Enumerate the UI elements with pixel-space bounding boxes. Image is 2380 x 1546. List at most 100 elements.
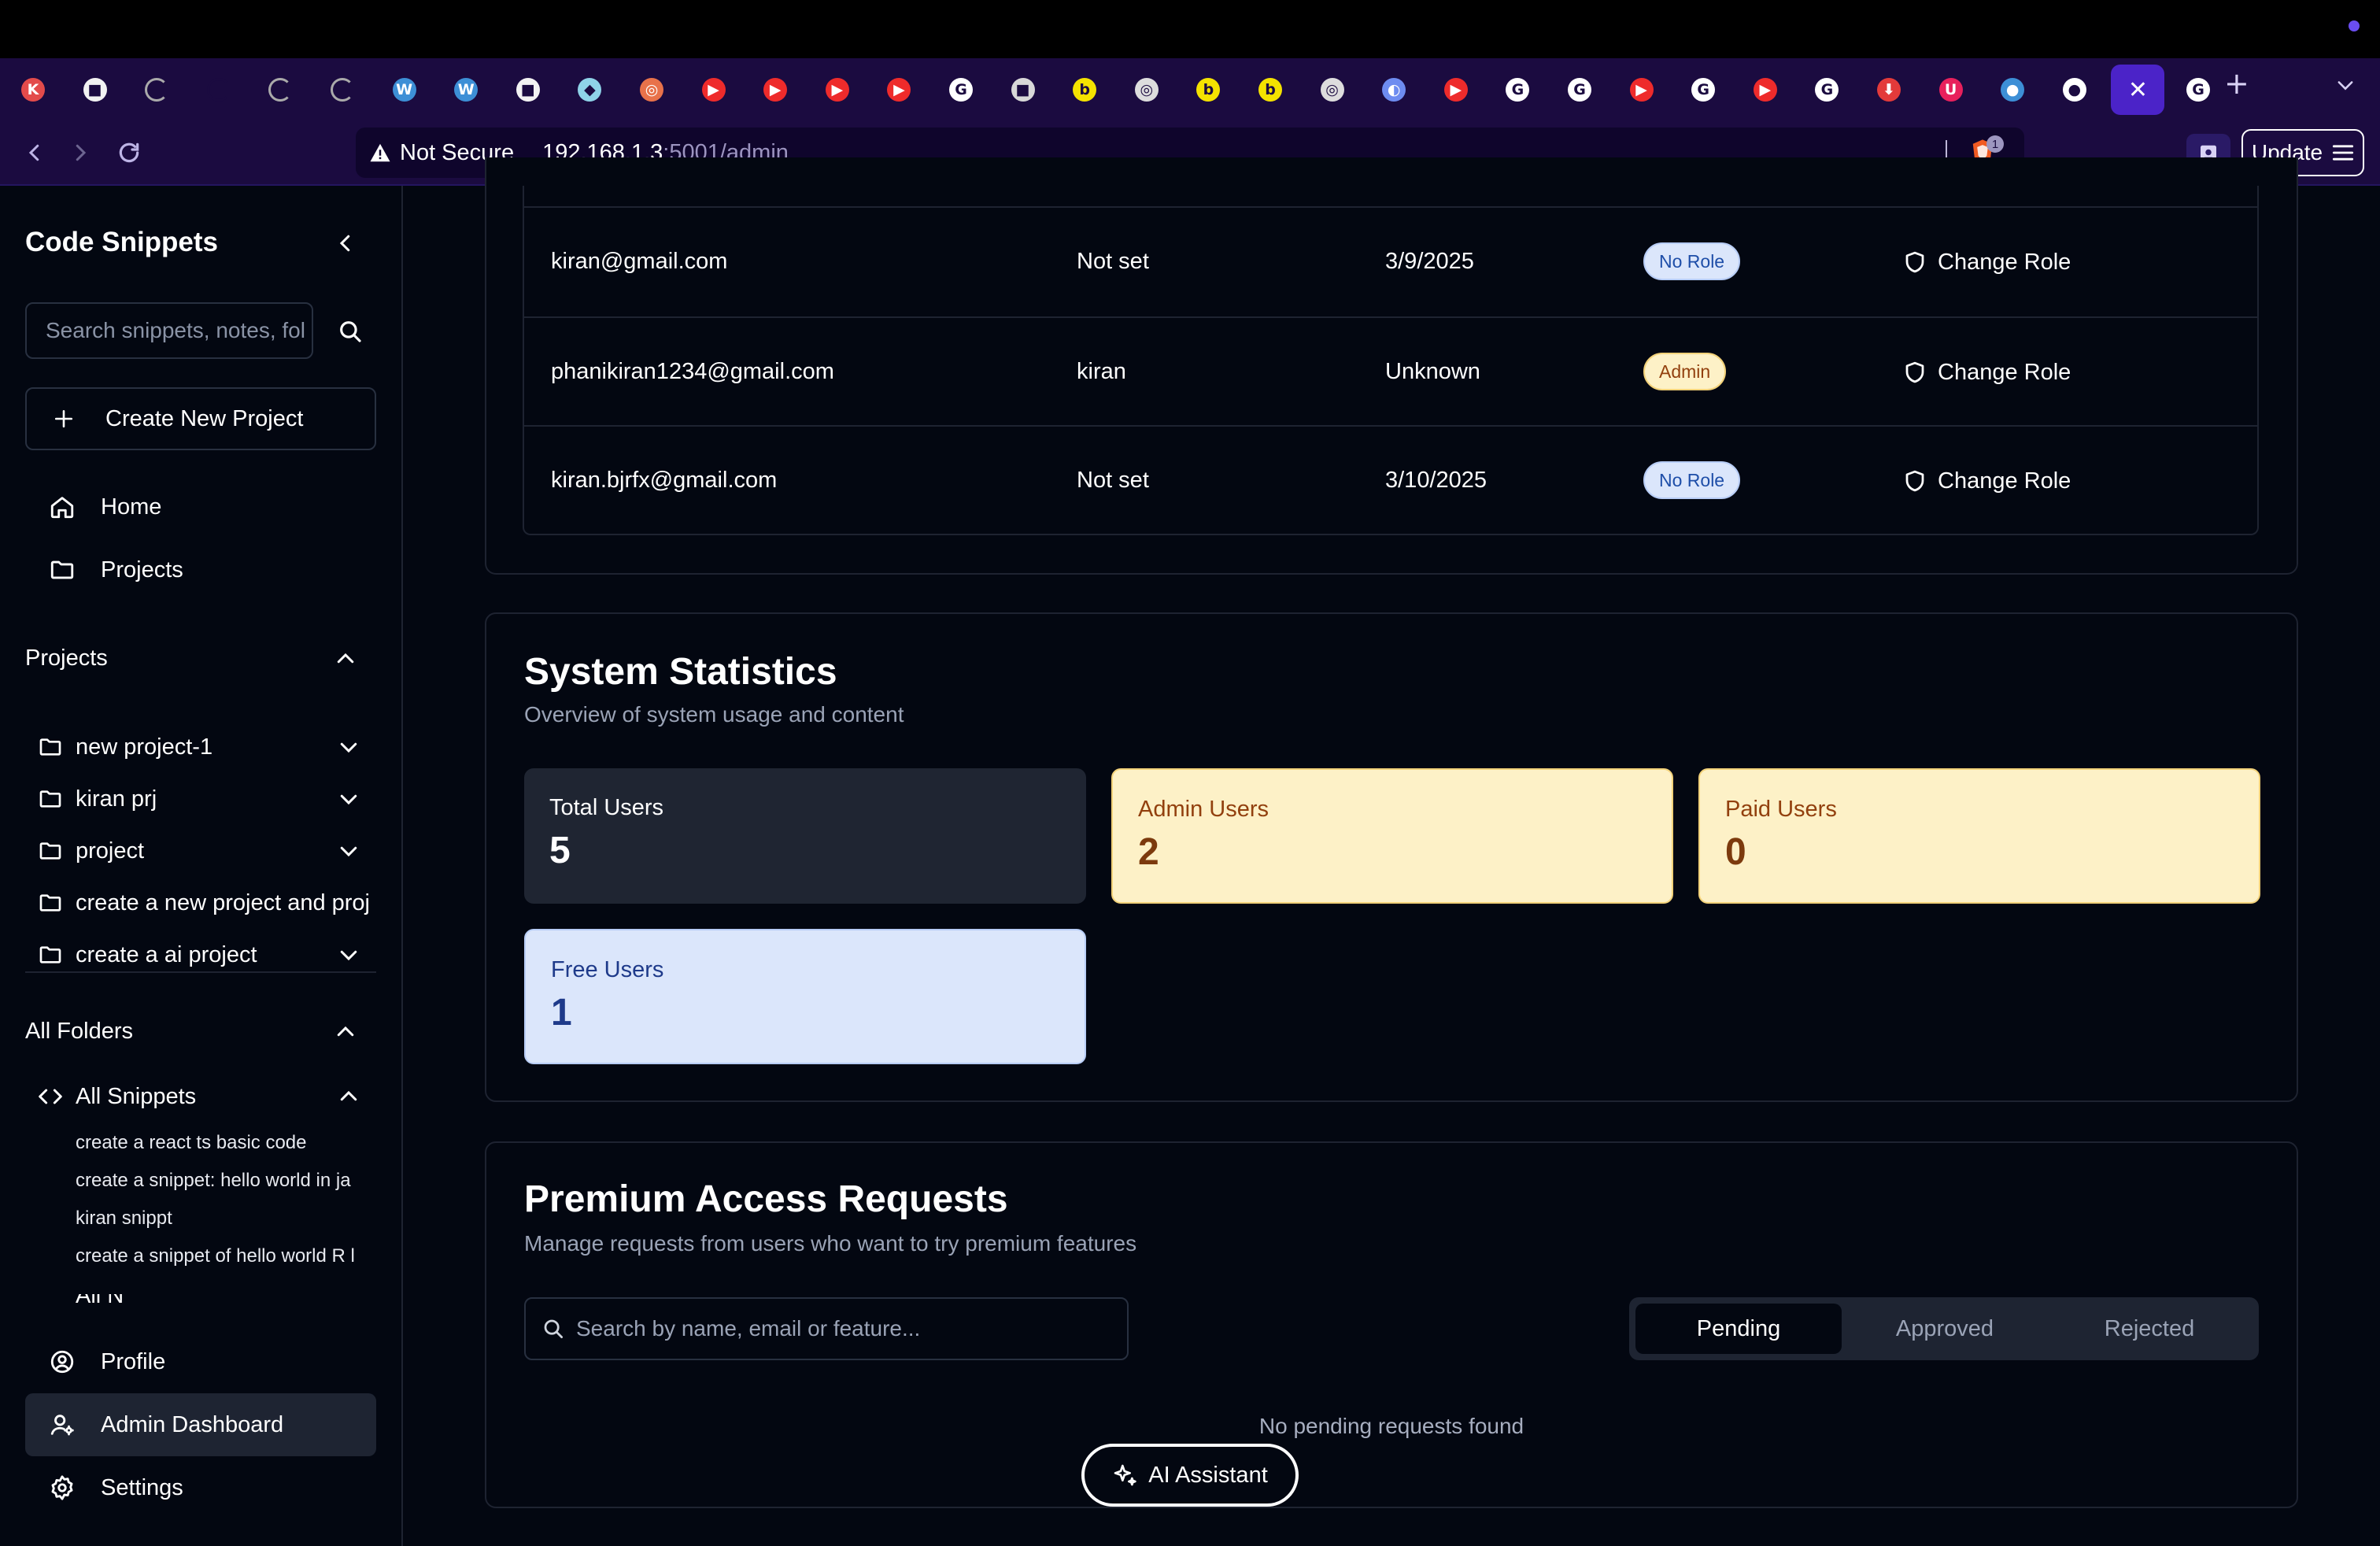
chevron-down-icon[interactable] xyxy=(337,943,360,967)
new-tab-plus-icon[interactable]: + xyxy=(2224,66,2249,101)
wordpress-tab-favicon-icon[interactable]: W xyxy=(450,74,482,105)
change-role-button[interactable]: Change Role xyxy=(1903,463,2071,499)
search-icon xyxy=(544,1319,563,1338)
google-tab-favicon-icon[interactable]: G xyxy=(1564,74,1595,105)
youtube-tab-favicon-icon[interactable]: ▶ xyxy=(1626,74,1658,105)
tab-approved[interactable]: Approved xyxy=(1842,1304,2048,1354)
change-role-button[interactable]: Change Role xyxy=(1903,354,2071,390)
clipped-notes-label: All N xyxy=(76,1294,124,1304)
snippet-item[interactable]: create a snippet: hello world in ja xyxy=(76,1170,375,1192)
forward-arrow-icon[interactable] xyxy=(65,137,96,168)
chevron-up-icon[interactable] xyxy=(334,1020,357,1044)
tab-pending[interactable]: Pending xyxy=(1635,1304,1842,1354)
app-tab-favicon-icon[interactable]: ◆ xyxy=(574,74,605,105)
ai-assistant-button[interactable]: AI Assistant xyxy=(1081,1444,1299,1507)
change-role-label: Change Role xyxy=(1938,359,2071,385)
karma-tab-favicon-icon[interactable]: K xyxy=(17,74,49,105)
favicon-glyph: G xyxy=(1815,78,1839,102)
tab-rejected[interactable]: Rejected xyxy=(2046,1304,2252,1354)
all-snippets-folder[interactable]: All Snippets xyxy=(38,1077,376,1116)
youtube-tab-favicon-icon[interactable]: ▶ xyxy=(1750,74,1781,105)
close-tab-icon[interactable]: ✕ xyxy=(2128,76,2148,104)
favicon-glyph: ⬇ xyxy=(1877,78,1901,102)
loading-tab-favicon-icon[interactable] xyxy=(327,74,358,105)
create-project-button[interactable]: Create New Project xyxy=(25,387,376,450)
app-tab-favicon-icon[interactable]: ◐ xyxy=(1378,74,1410,105)
snippet-item[interactable]: create a react ts basic code xyxy=(76,1132,375,1154)
app-tab-favicon-icon[interactable]: ■ xyxy=(512,74,544,105)
snippet-item[interactable]: kiran snippt xyxy=(76,1208,375,1230)
google-tab-favicon-icon[interactable]: G xyxy=(1811,74,1842,105)
sparkles-icon xyxy=(1114,1464,1136,1486)
shield-icon xyxy=(1905,470,1924,492)
projects-section-header[interactable]: Projects xyxy=(25,645,376,671)
nav-projects[interactable]: Projects xyxy=(25,538,376,601)
active-tab-favicon-icon[interactable]: ✕ xyxy=(2111,65,2165,115)
snippet-item[interactable]: create a snippet of hello world R l xyxy=(76,1245,375,1267)
project-item[interactable]: kiran prj xyxy=(38,779,376,819)
collapse-sidebar-chevron-icon[interactable] xyxy=(334,231,357,255)
project-item[interactable]: create a ai project xyxy=(38,935,376,975)
favicon-glyph: b xyxy=(1196,78,1221,102)
youtube-tab-favicon-icon[interactable]: ▶ xyxy=(759,74,791,105)
empty-requests-message: No pending requests found xyxy=(1258,1414,1524,1438)
loading-tab-favicon-icon[interactable] xyxy=(141,74,172,105)
folder-icon xyxy=(50,560,74,579)
chevron-down-icon[interactable] xyxy=(337,735,360,759)
project-item[interactable]: project xyxy=(38,831,376,871)
clipped-notes-folder[interactable]: All N xyxy=(38,1294,376,1304)
table-row: kiran.bjrfx@gmail.com Not set 3/10/2025 No … xyxy=(524,425,2257,534)
bing-tab-favicon-icon[interactable]: b xyxy=(1255,74,1286,105)
favicon-glyph: ▶ xyxy=(825,78,849,102)
openai-tab-favicon-icon[interactable]: ◎ xyxy=(1131,74,1162,105)
change-role-button[interactable]: Change Role xyxy=(1903,244,2071,280)
google-tab-favicon-icon[interactable]: G xyxy=(945,74,977,105)
all-snippets-label: All Snippets xyxy=(76,1083,197,1109)
google-tab-favicon-icon[interactable]: G xyxy=(1687,74,1719,105)
request-search-input[interactable] xyxy=(576,1316,1111,1341)
bing-tab-favicon-icon[interactable]: b xyxy=(1192,74,1224,105)
project-item[interactable]: new project-1 xyxy=(38,727,376,767)
snippet-search-field[interactable] xyxy=(25,302,313,359)
role-badge: Admin xyxy=(1643,353,1727,390)
app-tab-favicon-icon[interactable]: ■ xyxy=(1007,74,1039,105)
reload-icon[interactable] xyxy=(113,137,145,168)
chevron-up-icon[interactable] xyxy=(334,647,357,671)
google-tab-favicon-icon[interactable]: G xyxy=(1502,74,1533,105)
youtube-tab-favicon-icon[interactable]: ▶ xyxy=(883,74,915,105)
app-tab-favicon-icon[interactable]: U xyxy=(1935,74,1967,105)
loading-tab-favicon-icon[interactable] xyxy=(264,74,296,105)
user-joined: 3/10/2025 xyxy=(1385,468,1488,493)
youtube-tab-favicon-icon[interactable]: ▶ xyxy=(1440,74,1472,105)
stats-title: System Statistics xyxy=(524,651,837,693)
youtube-tab-favicon-icon[interactable]: ▶ xyxy=(698,74,730,105)
empty-tab-favicon-icon[interactable] xyxy=(203,74,235,105)
app-tab-favicon-icon[interactable]: ● xyxy=(1997,74,2028,105)
gear-icon xyxy=(51,1475,73,1500)
nav-profile[interactable]: Profile xyxy=(25,1330,376,1393)
chevron-down-icon[interactable] xyxy=(337,839,360,863)
request-search-field[interactable] xyxy=(524,1297,1129,1360)
target-tab-favicon-icon[interactable]: ◎ xyxy=(636,74,667,105)
app-tab-favicon-icon[interactable]: ■ xyxy=(79,74,111,105)
google-tab-favicon-icon[interactable]: G xyxy=(2182,74,2214,105)
tab-list-chevron-icon[interactable] xyxy=(2334,74,2356,96)
bing-tab-favicon-icon[interactable]: b xyxy=(1069,74,1100,105)
snippet-search-input[interactable] xyxy=(46,318,305,343)
back-arrow-icon[interactable] xyxy=(19,137,50,168)
search-icon[interactable] xyxy=(337,318,364,345)
nav-admin-dashboard[interactable]: Admin Dashboard xyxy=(25,1393,376,1456)
github-tab-favicon-icon[interactable]: ● xyxy=(2059,74,2090,105)
nav-home[interactable]: Home xyxy=(25,475,376,538)
download-tab-favicon-icon[interactable]: ⬇ xyxy=(1873,74,1905,105)
chevron-down-icon[interactable] xyxy=(337,787,360,811)
openai-tab-favicon-icon[interactable]: ◎ xyxy=(1317,74,1348,105)
folder-icon xyxy=(39,738,61,756)
nav-settings[interactable]: Settings xyxy=(25,1456,376,1519)
wordpress-tab-favicon-icon[interactable]: W xyxy=(389,74,420,105)
chevron-up-icon[interactable] xyxy=(337,1085,360,1108)
youtube-tab-favicon-icon[interactable]: ▶ xyxy=(822,74,853,105)
project-item[interactable]: create a new project and proj xyxy=(38,883,376,923)
project-label: create a ai project xyxy=(76,941,257,967)
folders-section-header[interactable]: All Folders xyxy=(25,1019,376,1045)
